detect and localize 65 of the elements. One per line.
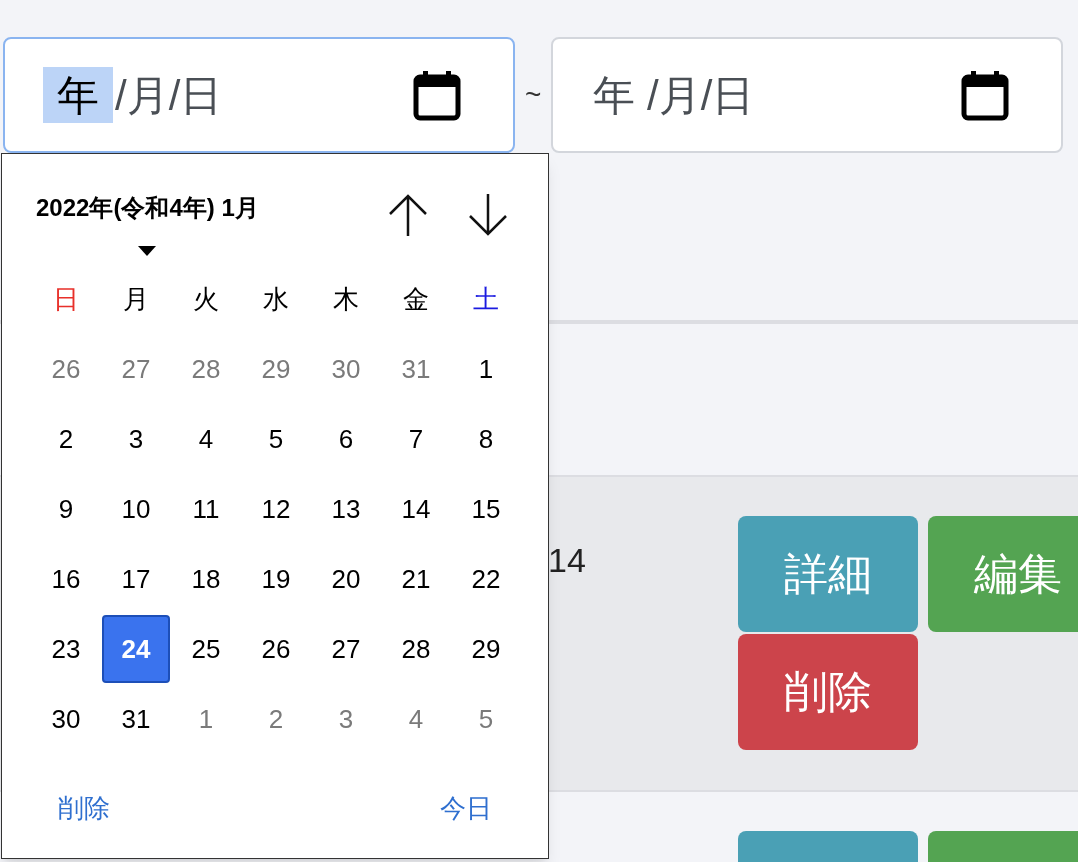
calendar-day[interactable]: 9 <box>32 475 100 543</box>
calendar-day[interactable]: 2 <box>242 685 310 753</box>
today-link[interactable]: 今日 <box>440 789 492 828</box>
calendar-day[interactable]: 4 <box>172 405 240 473</box>
month-year-title[interactable]: 2022年(令和4年) 1月 <box>36 190 259 226</box>
calendar-day[interactable]: 31 <box>382 335 450 403</box>
date-segment[interactable]: 年 <box>43 67 113 123</box>
date-segment[interactable]: /月/日 <box>113 67 225 123</box>
calendar-day[interactable]: 7 <box>382 405 450 473</box>
calendar-day[interactable]: 19 <box>242 545 310 613</box>
date-field[interactable]: 年 /月/日 <box>551 37 1064 153</box>
calendar-day[interactable]: 29 <box>242 335 310 403</box>
calendar-icon[interactable] <box>961 69 1010 121</box>
date-field[interactable]: 年 /月/日 <box>3 37 515 153</box>
delete-button[interactable]: 削除 <box>738 634 918 750</box>
clear-link[interactable]: 削除 <box>58 789 110 828</box>
weekday-label: 金 <box>403 282 429 316</box>
calendar-day[interactable]: 27 <box>102 335 170 403</box>
calendar-day[interactable]: 28 <box>382 615 450 683</box>
calendar-day[interactable]: 12 <box>242 475 310 543</box>
calendar-day[interactable]: 22 <box>452 545 520 613</box>
calendar-day[interactable]: 23 <box>32 615 100 683</box>
calendar-day[interactable]: 11 <box>172 475 240 543</box>
up-arrow-icon[interactable] <box>388 194 428 236</box>
date-cell: 14 <box>548 541 586 579</box>
calendar-day[interactable]: 26 <box>242 615 310 683</box>
calendar-day[interactable]: 5 <box>452 685 520 753</box>
weekday-label: 月 <box>123 282 149 316</box>
calendar-day[interactable]: 26 <box>32 335 100 403</box>
calendar-day[interactable]: 4 <box>382 685 450 753</box>
calendar-day[interactable]: 17 <box>102 545 170 613</box>
calendar-day[interactable]: 31 <box>102 685 170 753</box>
calendar-day[interactable]: 30 <box>312 335 380 403</box>
calendar-day[interactable]: 13 <box>312 475 380 543</box>
down-arrow-icon[interactable] <box>468 194 508 236</box>
range-separator: ~ <box>525 78 542 112</box>
weekday-label: 日 <box>53 282 79 316</box>
calendar-day[interactable]: 16 <box>32 545 100 613</box>
calendar-day[interactable]: 15 <box>452 475 520 543</box>
calendar-day[interactable]: 29 <box>452 615 520 683</box>
calendar-day[interactable]: 28 <box>172 335 240 403</box>
calendar-day[interactable]: 1 <box>172 685 240 753</box>
weekday-label: 火 <box>193 282 219 316</box>
calendar-day[interactable]: 5 <box>242 405 310 473</box>
calendar-day[interactable]: 3 <box>102 405 170 473</box>
calendar-day[interactable]: 6 <box>312 405 380 473</box>
calendar-day[interactable]: 30 <box>32 685 100 753</box>
calendar-icon[interactable] <box>413 69 461 121</box>
dropdown-triangle-icon[interactable] <box>138 246 157 256</box>
calendar-day[interactable]: 10 <box>102 475 170 543</box>
calendar-day[interactable]: 8 <box>452 405 520 473</box>
weekday-label: 木 <box>333 282 359 316</box>
calendar-day[interactable]: 24 <box>102 615 170 683</box>
calendar-day[interactable]: 18 <box>172 545 240 613</box>
calendar-day[interactable]: 2 <box>32 405 100 473</box>
calendar-day[interactable]: 25 <box>172 615 240 683</box>
date-segment[interactable]: 年 /月/日 <box>591 67 757 123</box>
calendar-day[interactable]: 3 <box>312 685 380 753</box>
calendar-day[interactable]: 27 <box>312 615 380 683</box>
weekday-label: 土 <box>473 282 499 316</box>
calendar-day[interactable]: 1 <box>452 335 520 403</box>
calendar-day[interactable]: 20 <box>312 545 380 613</box>
weekday-label: 水 <box>263 282 289 316</box>
calendar-day[interactable]: 14 <box>382 475 450 543</box>
calendar-day[interactable]: 21 <box>382 545 450 613</box>
